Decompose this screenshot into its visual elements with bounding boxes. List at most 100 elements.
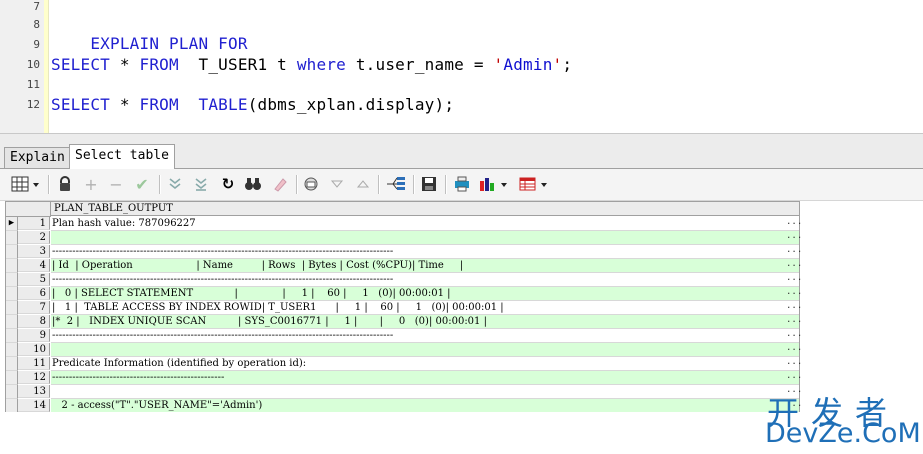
cell-ellipsis-button[interactable]: ... xyxy=(786,245,802,259)
row-number: 14 xyxy=(18,399,50,412)
string-literal: Admin xyxy=(503,55,553,74)
row-indicator xyxy=(6,399,18,413)
plan-output-cell[interactable]: Predicate Information (identified by ope… xyxy=(51,357,787,371)
sql-editor[interactable]: 7 8 9 10 11 12 EXPLAIN PLAN FOR SELECT *… xyxy=(0,0,923,133)
export-icon[interactable] xyxy=(384,174,408,194)
cell-ellipsis-button[interactable]: ... xyxy=(786,371,802,385)
table-row[interactable]: 12 --------------------------------------… xyxy=(6,371,802,385)
code-line-10[interactable]: SELECT * FROM T_USER1 t where t.user_nam… xyxy=(51,55,572,74)
quote: ' xyxy=(552,55,563,74)
table-row[interactable]: 7 | 1 | TABLE ACCESS BY INDEX ROWID| T_US… xyxy=(6,301,802,315)
identifier: T_USER1 t xyxy=(178,55,297,74)
lock-icon[interactable] xyxy=(55,174,75,194)
row-number: 10 xyxy=(18,343,50,356)
fold-bar xyxy=(44,0,49,133)
keyword: EXPLAIN PLAN FOR xyxy=(90,34,248,53)
table-row[interactable]: 4 | Id | Operation | Name | Rows | Bytes … xyxy=(6,259,802,273)
row-indicator xyxy=(6,301,18,315)
tab-explain[interactable]: Explain xyxy=(4,147,71,168)
print-icon[interactable] xyxy=(452,174,472,194)
result-grid[interactable]: PLAN_TABLE_OUTPUT ▶ 1 Plan hash value: 787… xyxy=(5,201,802,413)
plan-output-cell[interactable]: ----------------------------------------… xyxy=(51,273,787,287)
tab-select-table[interactable]: Select table xyxy=(69,144,175,169)
sort-desc-icon[interactable] xyxy=(353,174,373,194)
table-row[interactable]: 2... xyxy=(6,231,802,245)
code-line-12[interactable]: SELECT * FROM TABLE(dbms_xplan.display); xyxy=(51,95,454,114)
table-row[interactable]: 5 ---------------------------------------… xyxy=(6,273,802,287)
row-indicator xyxy=(6,329,18,343)
row-number: 8 xyxy=(18,315,50,328)
grid-menu-icon[interactable] xyxy=(10,174,42,194)
row-number: 7 xyxy=(18,301,50,314)
line-number: 8 xyxy=(33,18,40,31)
plan-output-cell[interactable]: 2 - access("T"."USER_NAME"='Admin') xyxy=(51,399,787,413)
row-number: 3 xyxy=(18,245,50,258)
row-indicator xyxy=(6,245,18,259)
table-view-icon[interactable] xyxy=(518,174,554,194)
grid-corner xyxy=(6,202,51,217)
post-changes-icon[interactable]: ✔ xyxy=(132,174,152,194)
row-number: 4 xyxy=(18,259,50,272)
keyword: FROM xyxy=(139,55,179,74)
cell-ellipsis-button[interactable]: ... xyxy=(786,357,802,371)
cell-ellipsis-button[interactable]: ... xyxy=(786,329,802,343)
table-row[interactable]: ▶ 1 Plan hash value: 787096227... xyxy=(6,217,802,231)
plan-output-cell[interactable]: ----------------------------------------… xyxy=(51,371,787,385)
cell-ellipsis-button[interactable]: ... xyxy=(786,301,802,315)
delete-record-icon[interactable]: − xyxy=(106,174,126,194)
save-icon[interactable] xyxy=(419,174,439,194)
cell-ellipsis-button[interactable]: ... xyxy=(786,217,802,231)
table-row[interactable]: 8 |* 2 | INDEX UNIQUE SCAN | SYS_C0016771… xyxy=(6,315,802,329)
table-row[interactable]: 14 2 - access("T"."USER_NAME"='Admin')..… xyxy=(6,399,802,413)
fetch-next-icon[interactable] xyxy=(165,174,185,194)
clear-icon[interactable] xyxy=(270,174,290,194)
cell-ellipsis-button[interactable]: ... xyxy=(786,343,802,357)
row-number: 2 xyxy=(18,231,50,244)
table-row[interactable]: 6 | 0 | SELECT STATEMENT | | 1 | 60 | 1 (… xyxy=(6,287,802,301)
plan-output-cell[interactable]: ----------------------------------------… xyxy=(51,245,787,259)
keyword: SELECT xyxy=(51,55,110,74)
row-number: 9 xyxy=(18,329,50,342)
plan-output-cell[interactable]: ----------------------------------------… xyxy=(51,329,787,343)
table-row[interactable]: 3 ---------------------------------------… xyxy=(6,245,802,259)
plan-output-cell[interactable]: | Id | Operation | Name | Rows | Bytes |… xyxy=(51,259,787,273)
table-row[interactable]: 10... xyxy=(6,343,802,357)
line-number: 10 xyxy=(26,58,40,71)
cell-ellipsis-button[interactable]: ... xyxy=(786,231,802,245)
find-icon[interactable] xyxy=(243,174,263,194)
table-row[interactable]: 13... xyxy=(6,385,802,399)
plan-output-cell[interactable] xyxy=(51,231,787,245)
row-number: 12 xyxy=(18,371,50,384)
column-header[interactable]: PLAN_TABLE_OUTPUT xyxy=(51,202,799,216)
plan-output-cell[interactable]: |* 2 | INDEX UNIQUE SCAN | SYS_C0016771 … xyxy=(51,315,787,329)
row-number: 1 xyxy=(18,217,50,230)
plan-output-cell[interactable] xyxy=(51,343,787,357)
row-indicator xyxy=(6,273,18,287)
add-record-icon[interactable]: + xyxy=(81,174,101,194)
sort-asc-icon[interactable] xyxy=(327,174,347,194)
cell-ellipsis-button[interactable]: ... xyxy=(786,315,802,329)
row-number: 6 xyxy=(18,287,50,300)
chart-icon[interactable] xyxy=(478,174,514,194)
line-number-gutter: 7 8 9 10 11 12 xyxy=(0,0,45,133)
cell-ellipsis-button[interactable]: ... xyxy=(786,259,802,273)
row-indicator xyxy=(6,259,18,273)
table-row[interactable]: 11 Predicate Information (identified by o… xyxy=(6,357,802,371)
row-indicator xyxy=(6,343,18,357)
cell-ellipsis-button[interactable]: ... xyxy=(786,273,802,287)
fetch-last-icon[interactable] xyxy=(191,174,211,194)
query-by-example-icon[interactable] xyxy=(302,174,322,194)
plan-output-cell[interactable] xyxy=(51,385,787,399)
table-row[interactable]: 9 ---------------------------------------… xyxy=(6,329,802,343)
row-indicator xyxy=(6,385,18,399)
plan-output-cell[interactable]: | 0 | SELECT STATEMENT | | 1 | 60 | 1 (0… xyxy=(51,287,787,301)
plan-output-cell[interactable]: | 1 | TABLE ACCESS BY INDEX ROWID| T_USE… xyxy=(51,301,787,315)
refresh-icon[interactable]: ↻ xyxy=(218,174,238,194)
plan-output-cell[interactable]: Plan hash value: 787096227 xyxy=(51,217,787,231)
cell-ellipsis-button[interactable]: ... xyxy=(786,287,802,301)
keyword: TABLE xyxy=(198,95,248,114)
row-indicator xyxy=(6,287,18,301)
row-indicator xyxy=(6,357,18,371)
line-number: 12 xyxy=(26,98,40,111)
